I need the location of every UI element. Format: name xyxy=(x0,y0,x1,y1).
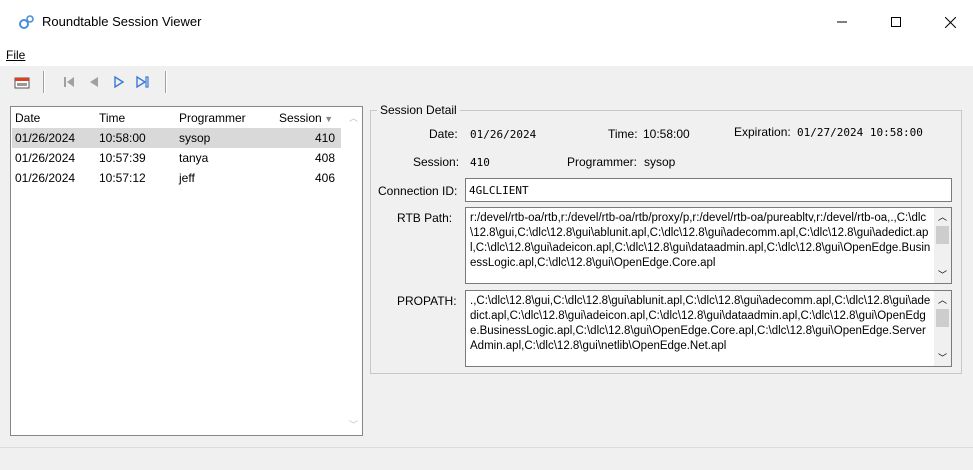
menu-file[interactable]: File xyxy=(6,48,25,62)
window-title: Roundtable Session Viewer xyxy=(42,14,202,29)
time-value: 10:58:00 xyxy=(643,127,690,141)
close-icon xyxy=(944,16,956,28)
date-label: Date: xyxy=(429,127,458,141)
next-record-button[interactable] xyxy=(110,73,128,91)
expiration-label: Expiration: xyxy=(734,125,791,139)
sort-desc-icon: ▼ xyxy=(321,114,334,124)
scroll-thumb[interactable] xyxy=(936,226,949,244)
connection-id-label: Connection ID: xyxy=(378,184,458,198)
propath-label: PROPATH: xyxy=(397,294,457,308)
table-row[interactable]: 01/26/2024 10:57:12 jeff 406 xyxy=(12,168,341,188)
scroll-down-icon[interactable]: ﹀ xyxy=(938,268,947,281)
list-scrollbar[interactable]: ︿ ﹀ xyxy=(345,107,362,435)
first-record-button[interactable] xyxy=(60,73,78,91)
column-header-time[interactable]: Time xyxy=(99,111,125,125)
date-value: 01/26/2024 xyxy=(470,128,537,141)
cell-session: 410 xyxy=(315,131,336,145)
column-header-session-label: Session xyxy=(279,111,322,125)
save-icon xyxy=(14,77,30,89)
prev-record-icon xyxy=(90,77,98,87)
toolbar xyxy=(0,67,973,97)
cell-time: 10:57:12 xyxy=(99,171,146,185)
prev-record-button[interactable] xyxy=(85,73,103,91)
table-row[interactable]: 01/26/2024 10:57:39 tanya 408 xyxy=(12,148,341,168)
programmer-label: Programmer: xyxy=(567,155,638,169)
session-list[interactable]: Date Time Programmer Session ▼ 01/26/202… xyxy=(10,106,363,436)
next-record-icon xyxy=(114,75,125,89)
cell-date: 01/26/2024 xyxy=(15,171,76,185)
connection-id-field[interactable]: 4GLCLIENT xyxy=(465,178,952,202)
cell-programmer: sysop xyxy=(179,131,211,145)
session-label: Session: xyxy=(413,155,460,169)
propath-value: .,C:\dlc\12.8\gui,C:\dlc\12.8\gui\abluni… xyxy=(470,295,931,352)
propath-scrollbar[interactable]: ︿ ﹀ xyxy=(934,291,951,366)
rtb-path-scrollbar[interactable]: ︿ ﹀ xyxy=(934,208,951,283)
cell-programmer: jeff xyxy=(179,171,195,185)
cell-session: 406 xyxy=(315,171,336,185)
status-bar xyxy=(0,447,973,470)
expiration-value: 01/27/2024 10:58:00 xyxy=(797,126,923,139)
rtb-path-value: r:/devel/rtb-oa/rtb,r:/devel/rtb-oa/rtb/… xyxy=(470,212,931,269)
propath-field[interactable]: .,C:\dlc\12.8\gui,C:\dlc\12.8\gui\abluni… xyxy=(465,290,952,367)
maximize-icon xyxy=(891,17,901,27)
gears-icon xyxy=(19,15,34,29)
column-header-date[interactable]: Date xyxy=(15,111,40,125)
list-header: Date Time Programmer Session ▼ xyxy=(11,107,341,127)
rtb-path-field[interactable]: r:/devel/rtb-oa/rtb,r:/devel/rtb-oa/rtb/… xyxy=(465,207,952,284)
scroll-up-icon[interactable]: ︿ xyxy=(345,109,362,126)
session-detail-group: Session Detail Date: 01/26/2024 Time: 10… xyxy=(370,103,962,374)
menu-bar: File xyxy=(0,44,973,66)
group-title: Session Detail xyxy=(377,103,460,117)
cell-session: 408 xyxy=(315,151,336,165)
scroll-up-icon[interactable]: ︿ xyxy=(938,293,947,306)
last-record-icon xyxy=(136,75,149,89)
scroll-thumb[interactable] xyxy=(936,309,949,327)
maximize-button[interactable] xyxy=(873,0,919,44)
column-header-session[interactable]: Session ▼ xyxy=(279,111,333,125)
table-row[interactable]: 01/26/2024 10:58:00 sysop 410 xyxy=(12,128,341,148)
minimize-icon xyxy=(837,21,847,23)
session-value: 410 xyxy=(470,156,490,169)
close-button[interactable] xyxy=(927,0,973,44)
cell-date: 01/26/2024 xyxy=(15,151,76,165)
last-record-button[interactable] xyxy=(134,73,152,91)
minimize-button[interactable] xyxy=(819,0,865,44)
first-record-icon xyxy=(64,77,74,87)
cell-time: 10:58:00 xyxy=(99,131,146,145)
scroll-down-icon[interactable]: ﹀ xyxy=(345,416,362,433)
rtb-path-label: RTB Path: xyxy=(397,211,453,225)
time-label: Time: xyxy=(608,127,638,141)
programmer-value: sysop xyxy=(644,155,676,169)
cell-time: 10:57:39 xyxy=(99,151,146,165)
scroll-up-icon[interactable]: ︿ xyxy=(938,210,947,223)
cell-date: 01/26/2024 xyxy=(15,131,76,145)
cell-programmer: tanya xyxy=(179,151,209,165)
connection-id-value: 4GLCLIENT xyxy=(469,184,529,197)
save-button[interactable] xyxy=(13,73,31,91)
scroll-down-icon[interactable]: ﹀ xyxy=(938,351,947,364)
column-header-programmer[interactable]: Programmer xyxy=(179,111,246,125)
title-bar: Roundtable Session Viewer xyxy=(0,0,973,44)
